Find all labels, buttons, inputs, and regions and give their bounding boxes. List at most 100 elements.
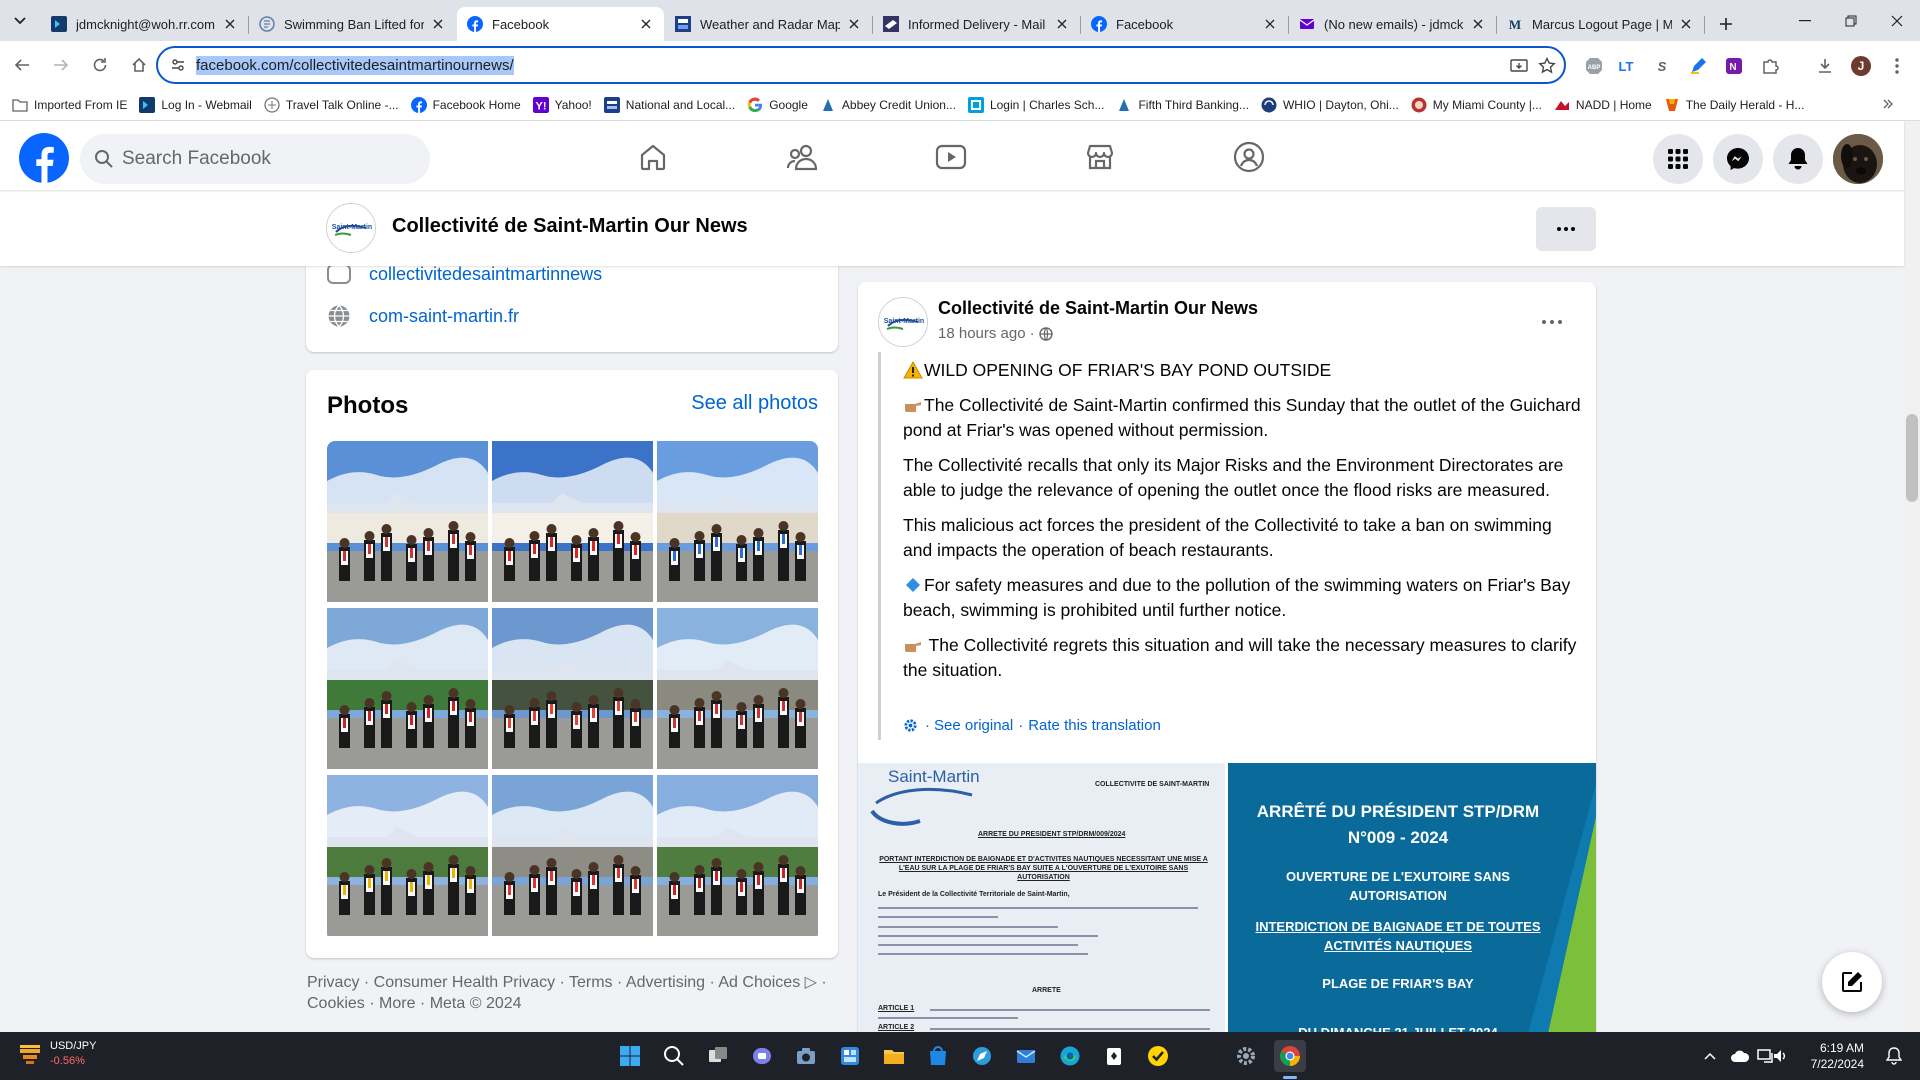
browser-tab[interactable]: (No new emails) - jdmckn <box>1289 7 1497 41</box>
tab-close-button[interactable] <box>222 16 238 32</box>
post-author-name[interactable]: Collectivité de Saint-Martin Our News <box>938 298 1258 319</box>
bookmark-item[interactable]: The Daily Herald - H... <box>1664 97 1804 113</box>
install-app-icon[interactable] <box>1510 57 1528 75</box>
stock-widget[interactable]: USD/JPY -0.56% <box>18 1039 96 1069</box>
calculator-app[interactable] <box>834 1040 866 1072</box>
browser-tab[interactable]: M Marcus Logout Page | Ma <box>1497 7 1705 41</box>
facebook-logo[interactable] <box>19 133 69 183</box>
onenote-extension-icon[interactable]: N <box>1724 56 1744 76</box>
store-app[interactable] <box>922 1040 954 1072</box>
post-author-avatar[interactable]: Saint-Martin <box>878 297 928 347</box>
bookmark-item[interactable]: Travel Talk Online -... <box>264 96 399 113</box>
translate-extension-icon[interactable]: LT <box>1616 56 1636 76</box>
scrollbar-thumb[interactable] <box>1906 414 1918 502</box>
teams-app[interactable] <box>746 1040 778 1072</box>
extensions-puzzle-icon[interactable] <box>1760 56 1780 76</box>
messenger-button[interactable] <box>1713 134 1763 184</box>
pen-extension-icon[interactable] <box>1688 56 1708 76</box>
tab-close-button[interactable] <box>638 16 654 32</box>
bookmark-item[interactable]: My Miami County |... <box>1411 97 1542 113</box>
photo-thumbnail[interactable] <box>657 608 818 769</box>
tab-close-button[interactable] <box>430 16 446 32</box>
adblock-extension-icon[interactable]: ABP <box>1584 56 1604 76</box>
show-hidden-icons-button[interactable] <box>1694 1040 1726 1072</box>
extension-s-icon[interactable]: S <box>1652 56 1672 76</box>
social-link[interactable]: collectivitedesaintmartinnews <box>369 264 602 285</box>
photo-thumbnail[interactable] <box>657 775 818 936</box>
close-window-button[interactable] <box>1874 0 1920 41</box>
browser-tab[interactable]: Swimming Ban Lifted for <box>249 7 456 41</box>
browser-tab[interactable]: jdmcknight@woh.rr.com <box>41 7 249 41</box>
notifications-button[interactable] <box>1773 134 1823 184</box>
bookmark-item[interactable]: Log In - Webmail <box>139 96 252 113</box>
tab-close-button[interactable] <box>1054 16 1070 32</box>
nav-video-button[interactable] <box>929 135 973 179</box>
see-all-photos-link[interactable]: See all photos <box>691 392 818 415</box>
system-clock[interactable]: 6:19 AM 7/22/2024 <box>1776 1040 1864 1072</box>
nav-marketplace-button[interactable] <box>1078 135 1122 179</box>
bookmark-item[interactable]: Abbey Credit Union... <box>820 97 956 113</box>
footer-links[interactable]: Privacy · Consumer Health Privacy · Term… <box>307 972 827 1014</box>
nav-home-button[interactable] <box>631 135 675 179</box>
post-time-text[interactable]: 18 hours ago <box>938 325 1026 342</box>
post-timestamp[interactable]: 18 hours ago · <box>938 325 1053 342</box>
mail-app[interactable] <box>1010 1040 1042 1072</box>
bookmark-item[interactable]: National and Local... <box>603 96 735 113</box>
post-image[interactable]: Saint-Martin COLLECTIVITE DE SAINT-MARTI… <box>858 763 1596 1032</box>
browser-tab[interactable]: Facebook <box>457 7 664 41</box>
bookmark-item[interactable]: Login | Charles Sch... <box>967 96 1104 113</box>
rate-translation-link[interactable]: Rate this translation <box>1028 717 1161 734</box>
photo-thumbnail[interactable] <box>492 608 653 769</box>
taskbar-search-button[interactable] <box>658 1040 690 1072</box>
tab-close-button[interactable] <box>1262 16 1278 32</box>
forward-button[interactable] <box>43 47 79 83</box>
see-original-link[interactable]: See original <box>934 717 1013 734</box>
tab-close-button[interactable] <box>846 16 862 32</box>
start-button[interactable] <box>614 1040 646 1072</box>
bookmark-star-icon[interactable] <box>1538 57 1556 75</box>
website-link[interactable]: com-saint-martin.fr <box>369 306 519 327</box>
bookmark-item[interactable]: Fifth Third Banking... <box>1116 97 1249 113</box>
task-view-button[interactable] <box>702 1040 734 1072</box>
edge-app[interactable] <box>1054 1040 1086 1072</box>
solitaire-app[interactable] <box>1098 1040 1130 1072</box>
photo-thumbnail[interactable] <box>327 608 488 769</box>
browser-tab[interactable]: Informed Delivery - Mail <box>873 7 1081 41</box>
restore-button[interactable] <box>1828 0 1874 41</box>
home-button[interactable] <box>121 47 157 83</box>
bookmark-item[interactable]: Google <box>747 97 808 113</box>
chrome-app-active[interactable] <box>1274 1040 1306 1072</box>
bookmark-item[interactable]: Imported From IE <box>12 97 127 113</box>
bookmark-item[interactable]: Y! Yahoo! <box>532 96 592 113</box>
reload-button[interactable] <box>82 47 118 83</box>
norton-app[interactable] <box>1142 1040 1174 1072</box>
vpn-app[interactable] <box>966 1040 998 1072</box>
address-bar[interactable]: facebook.com/collectivitedesaintmartinou… <box>156 46 1566 84</box>
menu-button[interactable] <box>1653 134 1703 184</box>
bookmark-item[interactable]: NADD | Home <box>1554 97 1652 113</box>
browser-tab[interactable]: Weather and Radar Map <box>665 7 873 41</box>
notification-center-button[interactable] <box>1878 1040 1910 1072</box>
new-tab-button[interactable] <box>1710 7 1742 41</box>
page-scrollbar[interactable] <box>1904 121 1920 1032</box>
more-bookmarks-button[interactable] <box>1878 94 1898 114</box>
bookmark-item[interactable]: WHIO | Dayton, Ohi... <box>1261 97 1399 113</box>
page-more-options-button[interactable] <box>1536 207 1596 251</box>
downloads-icon[interactable] <box>1815 56 1835 76</box>
new-message-button[interactable] <box>1822 952 1882 1012</box>
minimize-button[interactable] <box>1782 0 1828 41</box>
tab-search-button[interactable] <box>0 0 40 41</box>
tab-close-button[interactable] <box>1678 16 1694 32</box>
photo-thumbnail[interactable] <box>492 775 653 936</box>
chrome-menu-button[interactable] <box>1887 56 1907 76</box>
camera-app[interactable] <box>790 1040 822 1072</box>
photo-thumbnail[interactable] <box>327 775 488 936</box>
photo-thumbnail[interactable] <box>327 441 488 602</box>
back-button[interactable] <box>4 47 40 83</box>
photo-thumbnail[interactable] <box>657 441 818 602</box>
file-explorer-app[interactable] <box>878 1040 910 1072</box>
photo-thumbnail[interactable] <box>492 441 653 602</box>
post-options-button[interactable] <box>1534 304 1570 340</box>
nav-friends-button[interactable] <box>780 135 824 179</box>
page-profile-picture[interactable]: Saint-Martin <box>326 203 376 253</box>
